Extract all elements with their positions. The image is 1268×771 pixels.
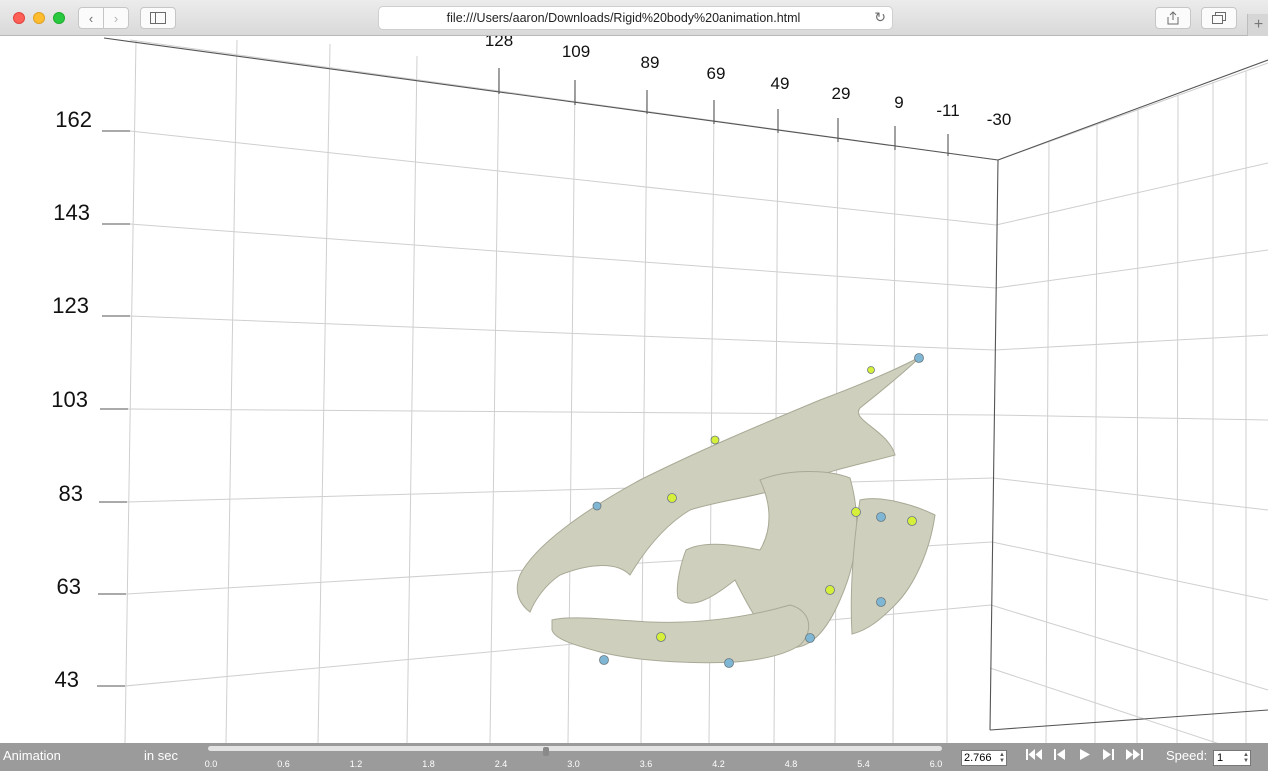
back-button[interactable]: ‹: [78, 7, 104, 29]
time-unit-label: in sec: [144, 748, 178, 763]
y-tick-label: 63: [57, 574, 81, 599]
y-tick-label: 162: [55, 107, 92, 132]
time-slider[interactable]: [208, 746, 942, 756]
time-tick-label: 2.4: [494, 759, 508, 769]
minimize-window-button[interactable]: [33, 12, 45, 24]
reload-icon[interactable]: ↻: [874, 9, 886, 26]
time-slider-thumb[interactable]: [543, 747, 550, 756]
share-icon: [1167, 11, 1179, 25]
y-tick-label: 43: [55, 667, 79, 692]
time-tick-label: 4.8: [784, 759, 798, 769]
animation-label: Animation: [3, 748, 61, 763]
step-forward-icon: [1103, 749, 1114, 760]
url-text: file:///Users/aaron/Downloads/Rigid%20bo…: [446, 11, 801, 25]
x-tick-label: -11: [936, 101, 959, 120]
skip-to-end-icon: [1126, 749, 1143, 760]
marker-point: [907, 516, 917, 526]
marker-point: [825, 585, 835, 595]
marker-point: [867, 366, 875, 374]
new-tab-button[interactable]: +: [1247, 14, 1268, 36]
close-window-button[interactable]: [13, 12, 25, 24]
y-tick-label: 83: [59, 481, 83, 506]
marker-point: [724, 658, 734, 668]
x-tick-label: 128: [485, 36, 513, 50]
chevron-left-icon: ‹: [88, 10, 94, 26]
time-tick-label: 6.0: [929, 759, 943, 769]
time-tick-label: 0.0: [204, 759, 218, 769]
show-tabs-button[interactable]: [1201, 7, 1237, 29]
marker-point: [876, 597, 886, 607]
skip-to-start-icon: [1026, 749, 1042, 760]
x-tick-label: 29: [832, 84, 851, 103]
step-back-button[interactable]: [1053, 748, 1067, 764]
y-tick-label: 143: [53, 200, 90, 225]
skull-mesh[interactable]: [516, 356, 936, 664]
marker-point: [805, 633, 815, 643]
x-tick-label: -30: [987, 110, 1012, 129]
animation-bar: Animation in sec 0.0 0.6 1.2 1.8 2.4 3.0 3.6 4.…: [0, 743, 1268, 771]
x-tick-label: 69: [707, 64, 726, 83]
time-tick-label: 3.6: [639, 759, 653, 769]
address-bar[interactable]: file:///Users/aaron/Downloads/Rigid%20bo…: [378, 6, 893, 30]
skip-to-end-button[interactable]: [1125, 748, 1147, 764]
step-forward-button[interactable]: [1101, 748, 1115, 764]
marker-point: [710, 435, 720, 445]
sidebar-toggle-button[interactable]: [140, 7, 176, 29]
marker-point: [599, 655, 609, 665]
share-button[interactable]: [1155, 7, 1191, 29]
current-time-input[interactable]: 2.766 ▲ ▼: [961, 750, 1007, 766]
current-time-value: 2.766: [964, 752, 992, 764]
zoom-window-button[interactable]: [53, 12, 65, 24]
sidebar-icon: [150, 12, 166, 24]
browser-toolbar: ‹ › file:///Users/aaron/Downloads/Rigid%…: [0, 0, 1268, 36]
marker-point: [876, 512, 886, 522]
skull-lower-jaw: [551, 604, 810, 664]
marker-point: [914, 353, 924, 363]
y-tick-label: 103: [51, 387, 88, 412]
plus-icon: +: [1253, 16, 1264, 33]
plot-3d-canvas[interactable]: 162 143 123 103 83 63 43 128 109 89 69 4…: [0, 36, 1268, 743]
x-tick-label: 89: [641, 53, 660, 72]
speed-label: Speed:: [1166, 748, 1208, 763]
step-back-icon: [1054, 749, 1065, 760]
x-tick-label: 49: [771, 74, 790, 93]
marker-point: [656, 632, 666, 642]
marker-point: [851, 507, 861, 517]
skip-to-start-button[interactable]: [1026, 748, 1044, 764]
time-tick-label: 0.6: [277, 759, 290, 769]
marker-point: [667, 493, 677, 503]
y-tick-label: 123: [52, 293, 89, 318]
x-tick-label: 109: [562, 42, 590, 61]
tabs-overview-icon: [1212, 12, 1226, 24]
play-button[interactable]: [1078, 748, 1091, 764]
stepper-arrows-icon[interactable]: ▲ ▼: [999, 752, 1005, 764]
x-tick-label: 9: [894, 93, 903, 112]
time-tick-label: 5.4: [857, 759, 870, 769]
speed-input[interactable]: 1 ▲ ▼: [1213, 750, 1251, 766]
time-tick-label: 3.0: [567, 759, 580, 769]
chevron-right-icon: ›: [113, 10, 119, 26]
forward-button[interactable]: ›: [103, 7, 129, 29]
time-tick-label: 1.8: [422, 759, 435, 769]
marker-point: [592, 501, 602, 511]
speed-value: 1: [1217, 752, 1224, 764]
time-tick-label: 4.2: [712, 759, 725, 769]
stepper-arrows-icon[interactable]: ▲ ▼: [1243, 752, 1249, 764]
play-icon: [1080, 749, 1090, 760]
time-tick-label: 1.2: [349, 759, 363, 769]
